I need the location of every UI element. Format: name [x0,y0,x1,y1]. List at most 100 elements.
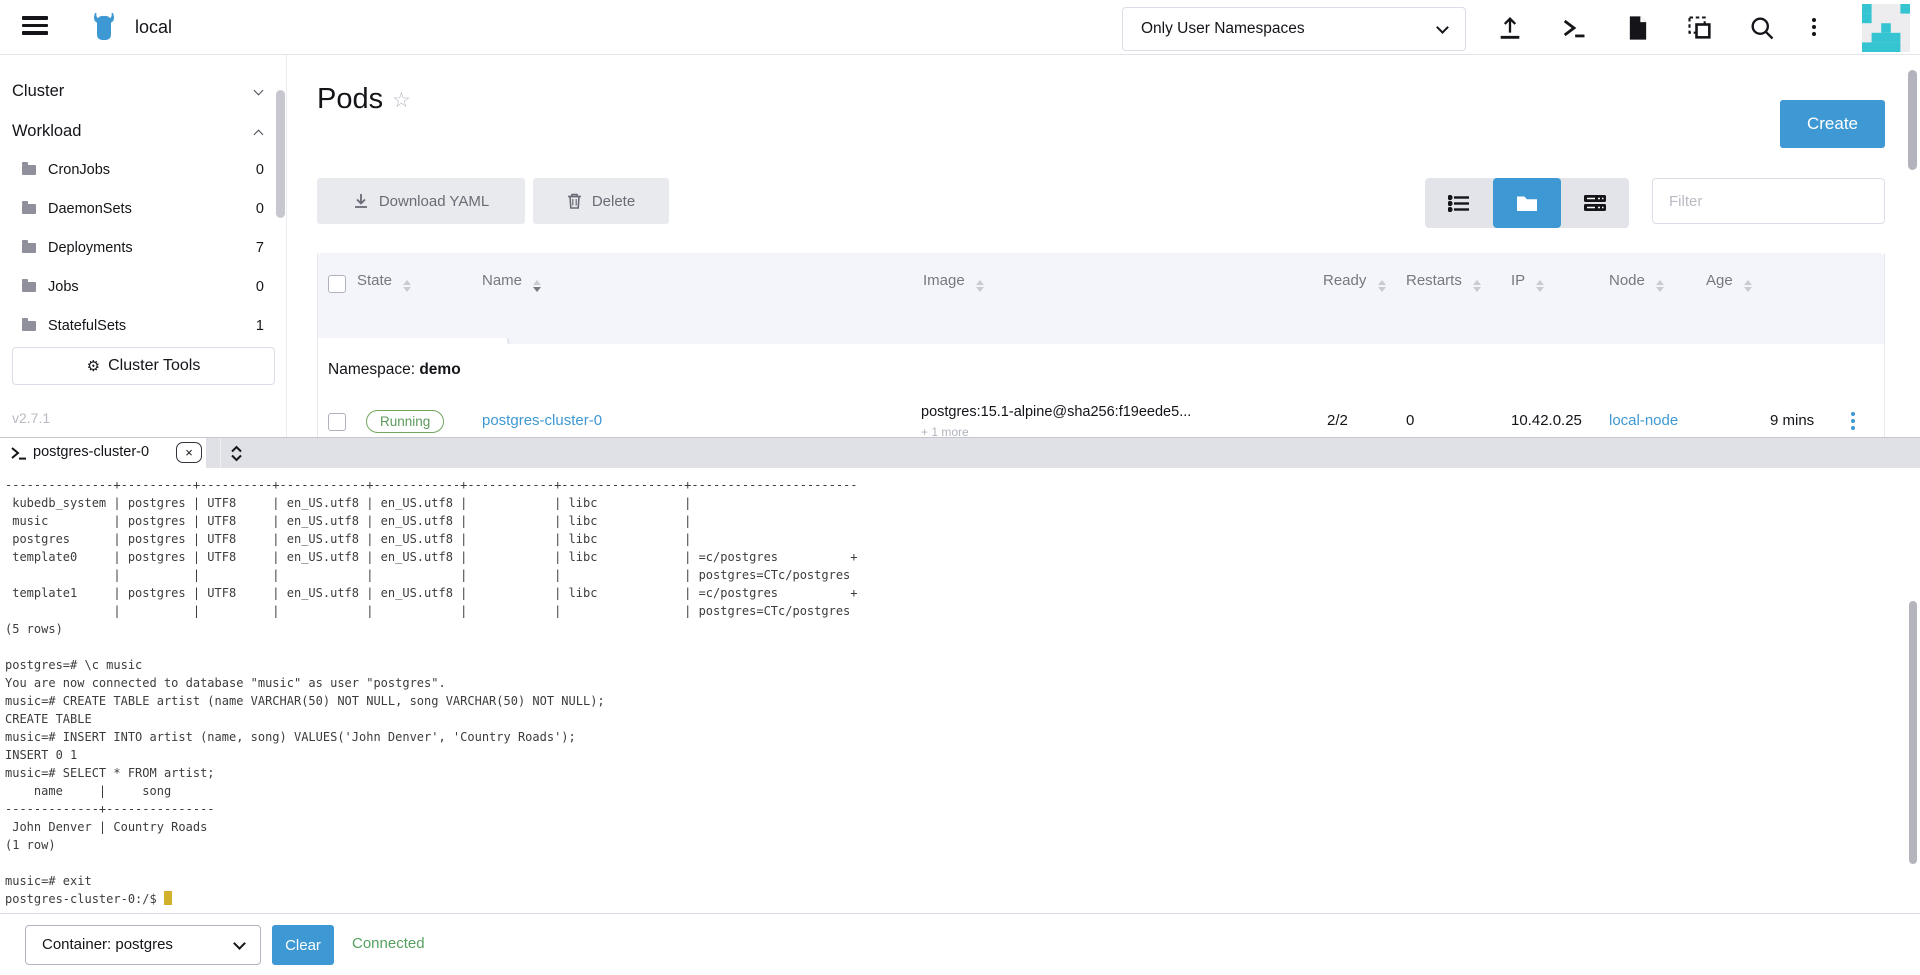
chevron-up-icon [254,130,264,140]
folder-icon [22,321,36,331]
terminal-prompt-line: postgres-cluster-0:/$ [5,890,172,908]
detail-view-button[interactable] [1561,178,1629,228]
file-icon[interactable] [1624,14,1652,42]
sidebar-item-label: DaemonSets [48,201,132,217]
folder-icon [22,204,36,214]
sidebar-group-cluster[interactable]: Cluster [0,75,286,111]
shell-window: postgres-cluster-0 × ---------------+---… [0,437,1920,974]
shell-footer: Container: postgres Clear Connected [0,913,1920,975]
namespace-group-label: Namespace: demo [328,361,461,379]
folder-icon [22,282,36,292]
list-view-button[interactable] [1425,178,1493,228]
terminal-cursor [164,891,172,905]
sidebar-item-statefulsets[interactable]: StatefulSets 1 [0,307,286,346]
container-select[interactable]: Container: postgres [25,925,261,965]
table-header: State Name Image Ready Restarts IP [318,253,1884,344]
pod-image: postgres:15.1-alpine@sha256:f19eede5... [921,404,1191,420]
sidebar: Cluster Workload CronJobs 0 DaemonSets 0… [0,55,287,437]
shell-tab[interactable]: postgres-cluster-0 × [0,438,206,468]
column-header-node[interactable]: Node [1609,272,1664,292]
chevron-down-icon [1436,21,1449,34]
pod-name-link[interactable]: postgres-cluster-0 [482,412,602,429]
column-header-ready[interactable]: Ready [1323,272,1386,292]
import-icon[interactable] [1686,14,1714,42]
folder-icon [22,165,36,175]
delete-label: Delete [592,193,635,210]
sidebar-scrollbar[interactable] [276,90,285,218]
cluster-name: local [135,17,172,38]
sort-icon [533,280,541,292]
sidebar-item-label: CronJobs [48,162,110,178]
sort-icon [976,280,984,292]
shell-tab-title: postgres-cluster-0 [33,444,149,460]
clear-button[interactable]: Clear [272,925,334,965]
search-icon[interactable] [1748,14,1776,42]
sidebar-item-deployments[interactable]: Deployments 7 [0,229,286,268]
container-select-value: Container: postgres [42,936,173,953]
column-header-age[interactable]: Age [1706,272,1752,292]
cluster-tools-button[interactable]: ⚙ Cluster Tools [12,347,275,385]
menu-dots-icon[interactable] [1812,18,1816,22]
pod-image-more: + 1 more [921,425,969,437]
download-yaml-button[interactable]: Download YAML [317,178,525,224]
sidebar-group-workload[interactable]: Workload [0,115,286,151]
sidebar-item-count: 0 [256,279,264,295]
terminal-scrollbar[interactable] [1909,601,1917,864]
select-all-checkbox[interactable] [328,275,346,293]
chevron-down-icon [254,86,264,96]
close-icon[interactable]: × [176,442,202,463]
pod-node-link[interactable]: local-node [1609,412,1678,429]
top-bar: local Only User Namespaces [0,0,1920,55]
rancher-logo-icon[interactable] [86,10,122,46]
row-actions-kebab-icon[interactable] [1851,412,1855,416]
sort-icon [1536,280,1544,292]
sort-icon [1473,280,1481,292]
gear-icon: ⚙ [87,357,100,375]
sidebar-item-count: 0 [256,162,264,178]
namespace-filter-value: Only User Namespaces [1141,20,1305,38]
row-checkbox[interactable] [328,413,346,431]
page-title: Pods [317,83,383,116]
column-header-image[interactable]: Image [923,272,984,292]
upload-icon[interactable] [1496,14,1524,42]
sidebar-item-label: StatefulSets [48,318,126,334]
chevron-up-down-icon [230,445,243,462]
pods-table: State Name Image Ready Restarts IP [317,253,1885,437]
sidebar-item-jobs[interactable]: Jobs 0 [0,268,286,307]
sidebar-item-daemonsets[interactable]: DaemonSets 0 [0,190,286,229]
terminal-prompt-icon [10,445,28,461]
download-yaml-label: Download YAML [379,193,489,210]
kubectl-shell-icon[interactable] [1560,14,1588,42]
column-header-name[interactable]: Name [482,272,541,292]
shell-tab-bar: postgres-cluster-0 × [0,438,1920,468]
column-header-restarts[interactable]: Restarts [1406,272,1481,292]
namespace-filter-select[interactable]: Only User Namespaces [1122,7,1466,51]
window-resize-handle[interactable] [220,438,252,468]
sidebar-item-label: Jobs [48,279,79,295]
folder-icon [22,243,36,253]
grouped-view-button[interactable] [1493,178,1561,228]
delete-button[interactable]: Delete [533,178,669,224]
favorite-star-icon[interactable]: ☆ [392,88,411,113]
main-content: Pods ☆ Create Download YAML Delete [287,55,1920,437]
list-icon [1448,195,1470,212]
sidebar-group-label: Cluster [12,82,64,101]
sort-icon [1656,280,1664,292]
sidebar-item-count: 1 [256,318,264,334]
filter-input[interactable] [1652,178,1885,224]
column-header-ip[interactable]: IP [1511,272,1544,292]
download-icon [353,193,369,209]
version-label: v2.7.1 [12,410,50,426]
avatar[interactable] [1862,4,1910,52]
sidebar-item-cronjobs[interactable]: CronJobs 0 [0,151,286,190]
hamburger-menu-icon[interactable] [22,16,48,38]
sidebar-group-label: Workload [12,122,81,141]
column-header-state[interactable]: State [357,272,411,292]
create-button[interactable]: Create [1780,100,1885,148]
terminal-output[interactable]: ---------------+----------+----------+--… [0,468,1920,913]
terminal-text: ---------------+----------+----------+--… [5,476,858,890]
folder-icon [1516,195,1538,212]
pod-ready: 2/2 [1327,412,1348,429]
pod-ip: 10.42.0.25 [1511,412,1582,429]
page-scrollbar[interactable] [1908,70,1917,170]
